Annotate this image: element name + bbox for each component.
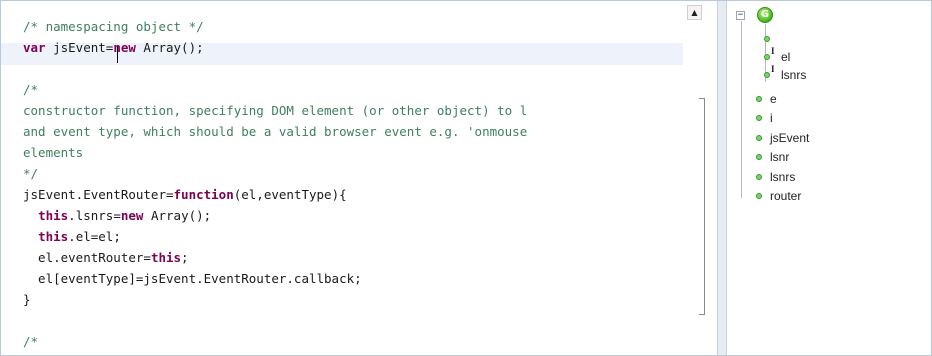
tree-connector (741, 21, 742, 198)
code-comment: /* (23, 82, 39, 97)
code-text: jsEvent= (45, 40, 114, 55)
code-comment: elements (23, 145, 84, 160)
outline-item-i[interactable]: i (756, 109, 773, 127)
code-text: Array(); (135, 40, 204, 55)
outline-item-label: lsnr (770, 150, 790, 165)
inherited-marker: I (771, 46, 775, 56)
outline-child-item[interactable]: Ilsnrs (764, 65, 806, 83)
code-line[interactable]: */ (23, 163, 527, 184)
code-comment: */ (23, 166, 39, 181)
code-line[interactable]: /* namespacing object */ (23, 16, 527, 37)
code-line[interactable]: /* (23, 331, 527, 352)
scroll-up-button[interactable]: ▲ (687, 5, 702, 20)
code-line[interactable]: jsEvent.EventRouter=function(el,eventTyp… (23, 184, 527, 205)
outline-item-label: router (770, 189, 802, 204)
code-comment: /* namespacing object */ (23, 19, 204, 34)
code-comment: /* (23, 334, 39, 349)
root-node-icon[interactable]: G (757, 7, 773, 23)
outline-child-item[interactable] (764, 29, 781, 47)
outline-item-label: i (770, 111, 773, 126)
code-line[interactable]: var jsEvent=new Array(); (23, 37, 527, 58)
code-text: el[eventType]=jsEvent.EventRouter.callba… (23, 271, 362, 286)
outline-item-router[interactable]: router (756, 187, 801, 205)
variable-node-icon (756, 95, 762, 102)
outline-item-label: e (770, 91, 777, 106)
code-comment: and event type, which should be a valid … (23, 124, 528, 139)
code-line[interactable]: el.eventRouter=this; (23, 247, 527, 268)
variable-node-icon (756, 173, 762, 180)
code-keyword: function (173, 187, 234, 202)
field-node-icon (764, 35, 770, 42)
code-lines[interactable]: /* namespacing object */ var jsEvent=new … (23, 16, 527, 352)
code-text: (el,eventType){ (233, 187, 347, 202)
code-line[interactable]: /* (23, 79, 527, 100)
field-node-icon (764, 53, 770, 60)
field-node-icon (764, 71, 770, 78)
code-line[interactable]: constructor function, specifying DOM ele… (23, 100, 527, 121)
collapse-toggle[interactable]: − (736, 11, 745, 20)
code-line[interactable] (23, 310, 527, 331)
code-keyword: this (38, 229, 69, 244)
variable-node-icon (756, 154, 762, 161)
variable-node-icon (756, 115, 762, 122)
code-text: el.eventRouter= (23, 250, 151, 265)
code-keyword: new (120, 208, 144, 223)
code-line[interactable]: this.el=el; (23, 226, 527, 247)
code-text: } (23, 292, 31, 307)
code-line[interactable] (23, 58, 527, 79)
code-editor[interactable]: /* namespacing object */ var jsEvent=new … (1, 1, 717, 355)
variable-node-icon (756, 134, 762, 141)
code-line[interactable]: el[eventType]=jsEvent.EventRouter.callba… (23, 268, 527, 289)
code-text: jsEvent.EventRouter= (23, 187, 174, 202)
code-keyword: this (150, 250, 182, 265)
outline-child-item[interactable]: Iel (764, 47, 790, 65)
outline-item-lsnrs[interactable]: lsnrs (756, 167, 795, 185)
outline-item-jsevent[interactable]: jsEvent (756, 128, 809, 146)
code-line[interactable]: } (23, 289, 527, 310)
ide-window: /* namespacing object */ var jsEvent=new … (0, 0, 932, 356)
code-text: ; (181, 250, 189, 265)
outline-item-e[interactable]: e (756, 89, 777, 107)
outline-child-label: lsnrs (781, 67, 807, 82)
code-keyword: this (38, 208, 69, 223)
vertical-scrollbar-thumb[interactable] (699, 98, 705, 315)
code-text: .lsnrs= (68, 208, 121, 223)
code-comment: constructor function, specifying DOM ele… (23, 103, 528, 118)
code-line[interactable]: this.lsnrs=new Array(); (23, 205, 527, 226)
code-keyword: new (113, 40, 136, 55)
outline-child-label: el (781, 49, 791, 64)
code-text: Array(); (143, 208, 212, 223)
code-line[interactable]: and event type, which should be a valid … (23, 121, 527, 142)
code-keyword: var (23, 40, 46, 55)
outline-item-label: lsnrs (770, 169, 796, 184)
outline-view: − G Iel Ilsnrs e i jsEvent lsnr lsnrs router (728, 1, 931, 355)
variable-node-icon (756, 193, 762, 200)
outline-item-label: jsEvent (770, 130, 810, 145)
inherited-marker: I (771, 64, 775, 74)
outline-item-lsnr[interactable]: lsnr (756, 148, 789, 166)
code-text: .el=el; (68, 229, 121, 244)
code-line[interactable]: elements (23, 142, 527, 163)
pane-divider[interactable] (717, 1, 727, 355)
